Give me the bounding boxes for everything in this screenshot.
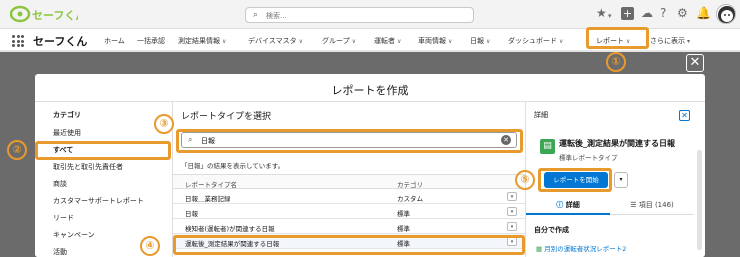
category-panel: カテゴリ 最近使用 すべて 取引先と取引先責任者 商談 カスタマーサポートレポー… bbox=[35, 102, 173, 257]
callout-2: ② bbox=[7, 140, 27, 160]
category-item[interactable]: リード bbox=[53, 213, 74, 223]
row-menu-icon[interactable]: ▾ bbox=[507, 192, 517, 201]
table-row[interactable]: 検知者(運転者)が関連する日報 標準 ▾ bbox=[173, 219, 525, 234]
bell-icon[interactable]: 🔔 bbox=[696, 6, 711, 20]
category-item[interactable]: 活動 bbox=[53, 247, 67, 257]
report-type-title: 運転後_測定結果が関連する日報 bbox=[559, 139, 675, 148]
search-placeholder: 検索... bbox=[266, 12, 287, 20]
highlight-start-button bbox=[538, 168, 612, 192]
nav-item-dashboards[interactable]: ダッシュボード ∨ bbox=[508, 36, 563, 46]
nav-item-vehicles[interactable]: 車両情報 ∨ bbox=[418, 36, 452, 46]
category-heading: カテゴリ bbox=[53, 111, 81, 119]
result-message: 「日報」の結果を表示しています。 bbox=[181, 162, 285, 170]
highlight-all-category bbox=[35, 141, 171, 160]
cloud-icon[interactable]: ☁ bbox=[641, 6, 653, 20]
nav-item-home[interactable]: ホーム bbox=[104, 36, 125, 46]
table-row[interactable]: 日報＿業務記録 カスタム ▾ bbox=[173, 189, 525, 204]
highlight-report-row bbox=[173, 235, 525, 255]
report-type-heading: レポートタイプを選択 bbox=[181, 112, 272, 122]
category-item[interactable]: 取引先と取引先責任者 bbox=[53, 162, 123, 172]
close-modal-button[interactable]: ✕ bbox=[686, 54, 704, 72]
close-details-icon[interactable]: ✕ bbox=[679, 110, 690, 121]
logo-text: セーフくん bbox=[32, 9, 78, 22]
nav-item-groups[interactable]: グループ ∨ bbox=[322, 36, 356, 46]
report-icon: ▦ bbox=[536, 245, 545, 253]
app-logo[interactable]: セーフくん bbox=[9, 4, 86, 24]
app-name: セーフくん bbox=[33, 35, 88, 48]
report-type-name: 日報 bbox=[185, 210, 198, 218]
callout-4: ④ bbox=[140, 236, 160, 256]
details-tabs: ⓘ 詳細 ☰ 項目 (146) bbox=[526, 197, 694, 215]
avatar[interactable] bbox=[716, 4, 736, 24]
category-item[interactable]: 最近使用 bbox=[53, 128, 81, 138]
search-icon: ⌕ bbox=[253, 10, 259, 20]
chevron-down-icon[interactable]: ▾ bbox=[608, 9, 612, 23]
self-created-heading: 自分で作成 bbox=[534, 226, 569, 234]
table-row[interactable]: 日報 標準 ▾ bbox=[173, 204, 525, 219]
row-menu-icon[interactable]: ▾ bbox=[507, 222, 517, 231]
report-type-category: カスタム bbox=[397, 195, 423, 203]
tab-details[interactable]: ⓘ 詳細 bbox=[526, 197, 610, 215]
category-item[interactable]: カスタマーサポートレポート bbox=[53, 196, 144, 206]
info-icon: ⓘ bbox=[556, 201, 566, 209]
category-item[interactable]: キャンペーン bbox=[53, 230, 95, 240]
row-menu-icon[interactable]: ▾ bbox=[507, 207, 517, 216]
nav-item-more[interactable]: さらに表示 ▾ bbox=[650, 36, 690, 46]
report-type-name: 日報＿業務記録 bbox=[185, 195, 231, 203]
details-heading: 詳細 bbox=[534, 111, 548, 119]
column-header-category[interactable]: カテゴリ bbox=[397, 179, 423, 189]
nav-item-drivers[interactable]: 運転者 ∨ bbox=[374, 36, 401, 46]
gear-icon[interactable]: ⚙ bbox=[677, 6, 688, 20]
callout-5: ⑤ bbox=[515, 170, 535, 190]
report-type-name: 検知者(運転者)が関連する日報 bbox=[185, 225, 275, 233]
self-created-report-link[interactable]: ▦ 月別の運転者状況レポート2 bbox=[536, 243, 626, 253]
help-icon[interactable]: ? bbox=[660, 6, 666, 20]
create-report-modal: レポートを作成 カテゴリ 最近使用 すべて 取引先と取引先責任者 商談 カスタマ… bbox=[35, 74, 705, 257]
report-type-category: 標準 bbox=[397, 210, 410, 218]
tab-fields[interactable]: ☰ 項目 (146) bbox=[610, 197, 694, 215]
modal-title: レポートを作成 bbox=[331, 84, 409, 97]
table-header: レポートタイプ名 カテゴリ bbox=[173, 174, 525, 189]
callout-1: ① bbox=[606, 52, 626, 72]
nav-item-bulk-approve[interactable]: 一括承認 bbox=[137, 36, 165, 46]
category-item[interactable]: 商談 bbox=[53, 179, 67, 189]
global-header: セーフくん ⌕ 検索... ★ ▾ + ☁ ? ⚙ 🔔 bbox=[0, 0, 740, 29]
nav-item-daily-reports[interactable]: 日報 ∨ bbox=[470, 36, 490, 46]
highlight-search-field bbox=[176, 129, 523, 153]
star-icon[interactable]: ★ bbox=[596, 6, 607, 20]
details-scrollbar[interactable] bbox=[697, 150, 702, 250]
report-type-category: 標準 bbox=[397, 225, 410, 233]
report-type-kind: 標準レポートタイプ bbox=[559, 154, 618, 162]
start-report-menu-button[interactable]: ▾ bbox=[614, 172, 628, 188]
app-launcher-icon[interactable] bbox=[12, 35, 24, 47]
report-type-panel: レポートタイプを選択 ⌕ 日報 ✕ 「日報」の結果を表示しています。 レポートタ… bbox=[173, 102, 525, 257]
modal-header: レポートを作成 bbox=[35, 74, 705, 102]
nav-item-device-master[interactable]: デバイスマスタ ∨ bbox=[248, 36, 303, 46]
report-type-icon: ▤ bbox=[540, 139, 555, 154]
column-header-name[interactable]: レポートタイプ名 bbox=[185, 179, 237, 189]
global-search-input[interactable]: ⌕ 検索... bbox=[245, 7, 474, 23]
highlight-reports-tab bbox=[586, 27, 649, 49]
list-icon: ☰ bbox=[630, 201, 639, 209]
add-icon[interactable]: + bbox=[621, 7, 634, 20]
nav-item-measurements[interactable]: 測定結果情報 ∨ bbox=[178, 36, 226, 46]
callout-3: ③ bbox=[154, 114, 174, 134]
